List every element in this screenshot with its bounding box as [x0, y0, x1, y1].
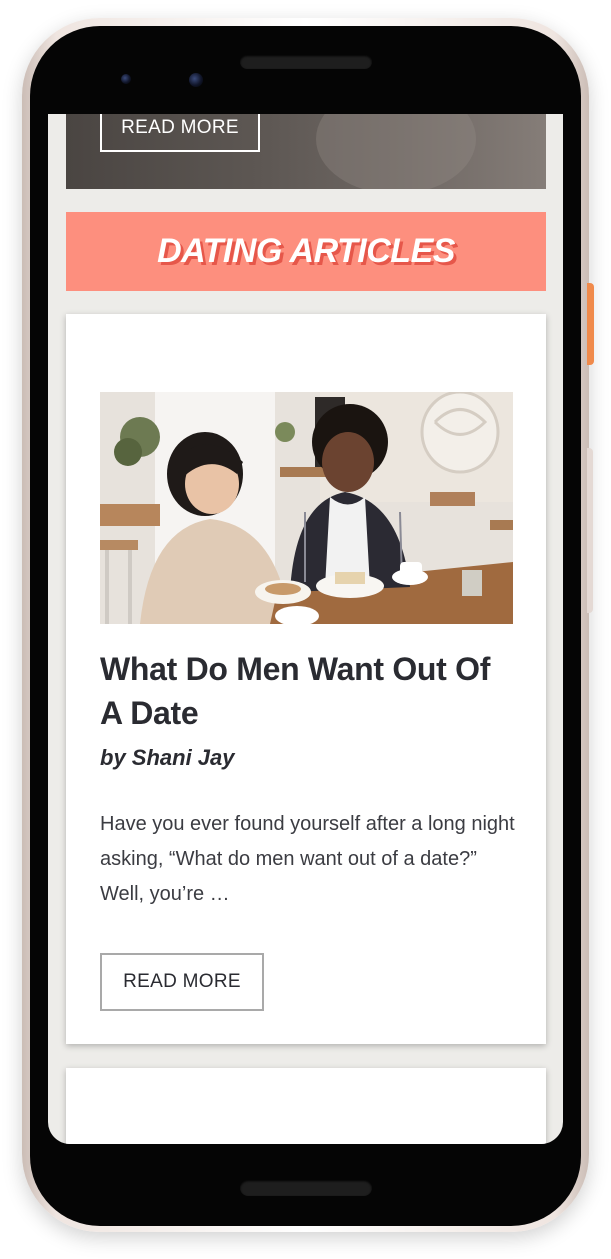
article-image[interactable] — [100, 392, 513, 624]
read-more-button[interactable]: READ MORE — [100, 953, 264, 1011]
earpiece-speaker — [240, 55, 372, 69]
article-card: What Do Men Want Out Of A Date by Shani … — [66, 314, 546, 1044]
power-button — [587, 283, 594, 365]
next-article-card — [66, 1068, 546, 1144]
screen: READ MORE DATING ARTICLES What Do Men Wa… — [48, 114, 563, 1144]
image-highlight — [316, 114, 476, 189]
volume-button — [587, 448, 593, 613]
read-more-button-previous[interactable]: READ MORE — [100, 114, 260, 152]
article-title[interactable]: What Do Men Want Out Of A Date — [100, 647, 510, 735]
previous-card-image: READ MORE — [66, 114, 546, 189]
front-camera — [189, 73, 203, 87]
section-banner: DATING ARTICLES — [66, 212, 546, 291]
page-content: READ MORE DATING ARTICLES What Do Men Wa… — [48, 114, 563, 1144]
front-sensor — [121, 74, 131, 84]
article-author: by Shani Jay — [100, 745, 235, 770]
section-title: DATING ARTICLES — [157, 232, 455, 270]
bottom-speaker — [240, 1180, 372, 1196]
article-excerpt: Have you ever found yourself after a lon… — [100, 813, 515, 905]
article-photo — [100, 392, 513, 624]
